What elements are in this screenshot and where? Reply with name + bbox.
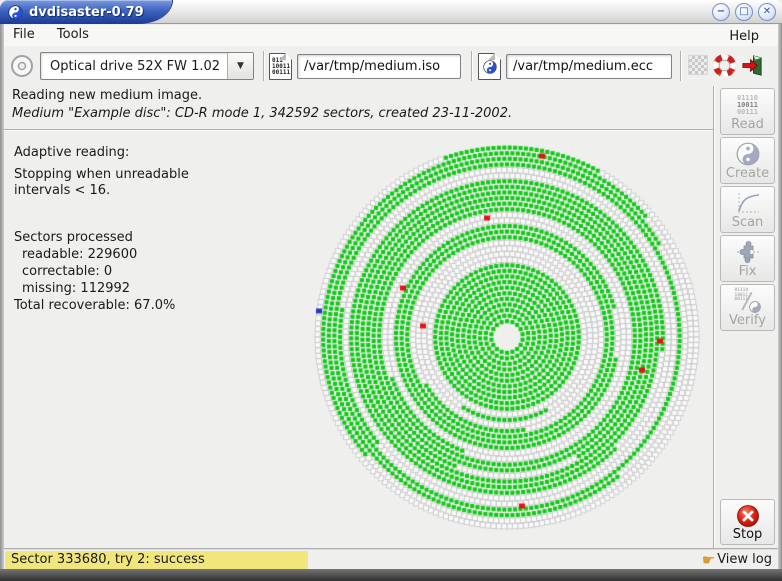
window-border-right[interactable] (778, 24, 782, 569)
scan-button[interactable]: Scan (720, 186, 775, 233)
close-button[interactable]: ✕ (758, 3, 776, 21)
verify-button[interactable]: 01110 10011 00111 Verify (720, 284, 775, 331)
adaptive-reading-title: Adaptive reading: (14, 145, 129, 160)
read-binary-icon: 01110 10011 00111 (737, 95, 758, 116)
menu-help[interactable]: Help (720, 27, 768, 46)
fix-button-label: Fix (739, 264, 757, 279)
correctable-count: correctable: 0 (22, 264, 112, 279)
optical-drive-icon (10, 54, 34, 78)
quit-icon[interactable] (741, 54, 764, 77)
sector-status-message: Sector 333680, try 2: success (5, 551, 308, 569)
medium-info-line: Medium "Example disc": CD-R mode 1, 3425… (12, 106, 512, 121)
create-yinyang-icon (736, 142, 760, 166)
toolbar-separator (471, 51, 473, 81)
minimize-button[interactable]: − (712, 3, 730, 21)
view-log-button[interactable]: ☛ View log (702, 551, 772, 569)
create-button[interactable]: Create (720, 137, 775, 184)
status-header: Reading new medium image. Medium "Exampl… (12, 88, 512, 121)
toolbar-separator (680, 51, 682, 81)
image-file-icon: 011 10011 00111 (269, 53, 292, 80)
chevron-down-icon[interactable]: ▼ (227, 53, 253, 79)
missing-count: missing: 112992 (22, 281, 130, 296)
stop-button[interactable]: Stop (720, 499, 775, 545)
help-lifebuoy-icon[interactable] (713, 54, 736, 77)
menu-bar: File Tools Help (4, 25, 778, 46)
fix-puzzle-icon (736, 240, 760, 264)
ecc-file-icon (478, 53, 501, 80)
view-log-label: View log (717, 551, 772, 569)
window-border-left[interactable] (0, 24, 4, 569)
status-line1: Reading new medium image. (12, 88, 512, 103)
ecc-file-input[interactable] (506, 54, 672, 79)
create-button-label: Create (726, 166, 769, 181)
yinyang-icon (483, 60, 497, 74)
read-button[interactable]: 01110 10011 00111 Read (720, 88, 775, 135)
hand-pointer-icon: ☛ (702, 553, 715, 568)
stop-icon (736, 504, 760, 528)
fix-button[interactable]: Fix (720, 235, 775, 282)
stopping-line1: Stopping when unreadable (14, 167, 189, 182)
disc-sector-visualization (4, 131, 714, 549)
read-button-label: Read (731, 117, 764, 132)
drive-selector-value: Optical drive 52X FW 1.02 (41, 59, 227, 74)
verify-compare-icon: 01110 10011 00111 (735, 289, 761, 313)
sectors-processed-title: Sectors processed (14, 230, 133, 245)
toolbar-separator (263, 51, 265, 81)
preferences-disabled-icon (688, 55, 708, 75)
scan-curve-icon (735, 191, 761, 215)
app-yinyang-icon (8, 5, 23, 20)
image-file-input[interactable] (297, 54, 461, 79)
readable-count: readable: 229600 (22, 247, 137, 262)
scan-button-label: Scan (732, 215, 764, 230)
menu-file[interactable]: File (4, 25, 44, 44)
app-window: dvdisaster-0.79 − □ ✕ File Tools Help Op… (0, 0, 782, 581)
drive-selector[interactable]: Optical drive 52X FW 1.02 ▼ (40, 52, 254, 80)
toolbar: Optical drive 52X FW 1.02 ▼ 011 10011 00… (4, 46, 778, 86)
menu-tools[interactable]: Tools (48, 25, 98, 44)
window-title: dvdisaster-0.79 (29, 5, 144, 20)
total-recoverable: Total recoverable: 67.0% (14, 298, 175, 313)
title-tab: dvdisaster-0.79 (0, 0, 172, 24)
title-bar[interactable]: dvdisaster-0.79 − □ ✕ (0, 0, 782, 24)
stopping-line2: intervals < 16. (14, 183, 110, 198)
maximize-button[interactable]: □ (735, 3, 753, 21)
window-border-bottom[interactable] (0, 569, 782, 581)
status-bar: Sector 333680, try 2: success ☛ View log (4, 549, 778, 569)
verify-button-label: Verify (729, 313, 766, 328)
stop-button-label: Stop (733, 527, 763, 542)
